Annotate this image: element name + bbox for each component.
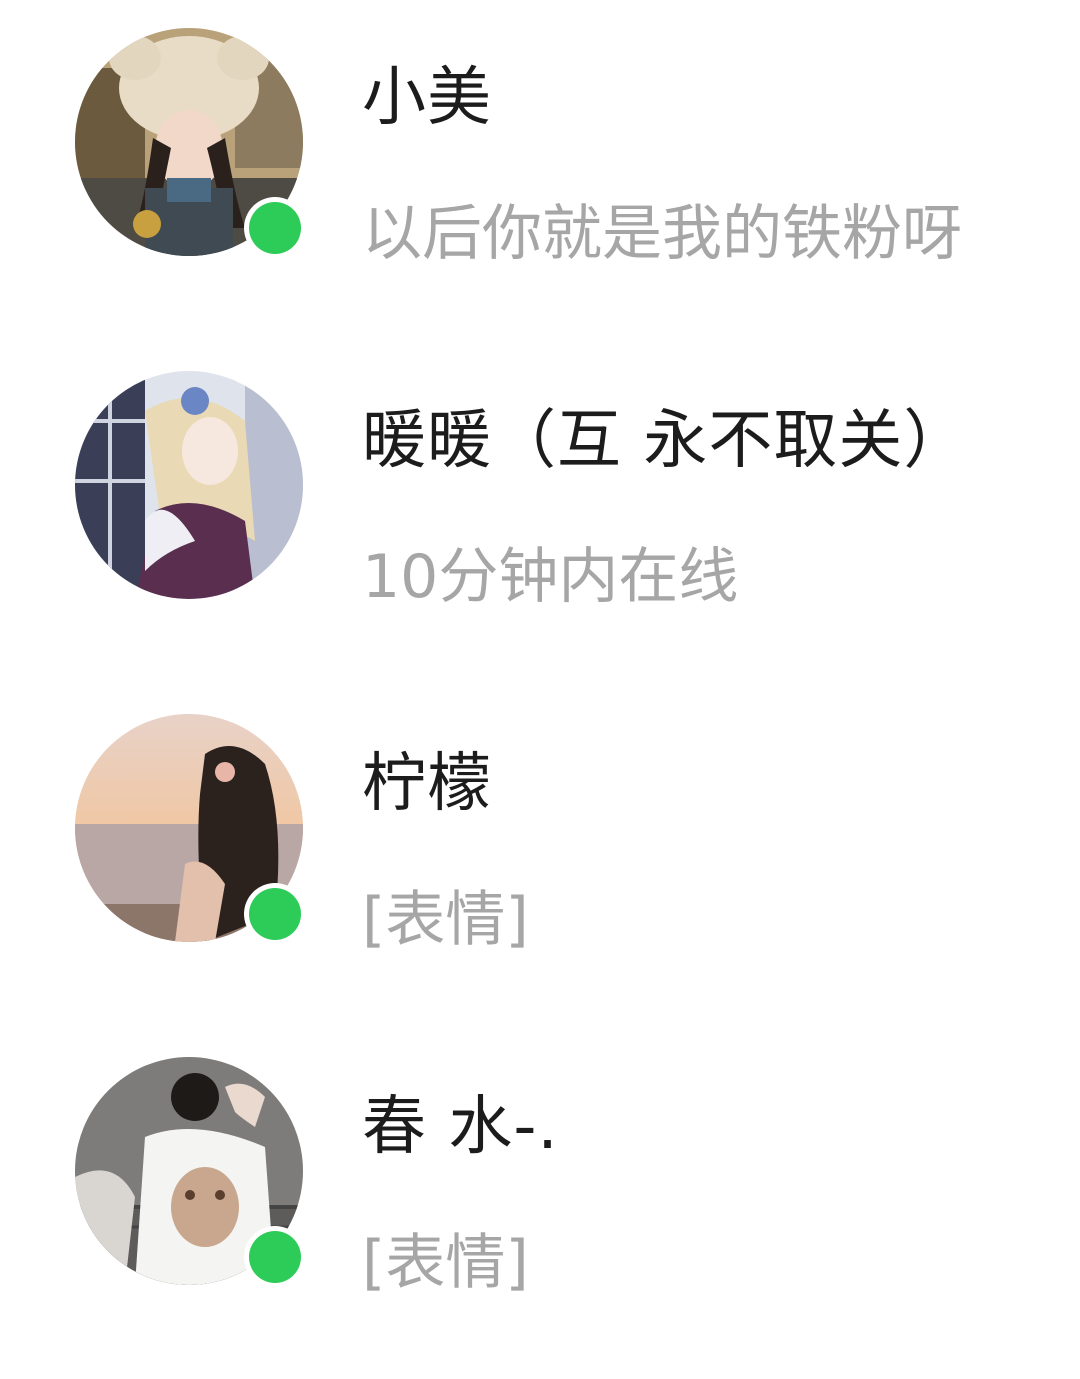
online-status-icon <box>244 1226 306 1288</box>
contact-name: 春 水-. <box>362 1090 559 1164</box>
contact-item-xiaomei[interactable]: 小美 以后你就是我的铁粉呀 <box>0 0 1080 300</box>
avatar[interactable] <box>75 714 306 945</box>
online-status-icon <box>244 883 306 945</box>
anime-girl-avatar-icon <box>75 371 303 599</box>
contact-name: 柠檬 <box>362 747 492 821</box>
avatar[interactable] <box>75 28 306 259</box>
contact-name: 暖暖（互 永不取关） <box>362 404 969 478</box>
contact-list: 小美 以后你就是我的铁粉呀 暖暖（互 永不取关） 10分钟内在线 柠檬 [表情]… <box>0 0 1080 1379</box>
contact-item-chunshui[interactable]: 春 水-. [表情] <box>0 1029 1080 1329</box>
contact-item-nuannuan[interactable]: 暖暖（互 永不取关） 10分钟内在线 <box>0 343 1080 643</box>
contact-name: 小美 <box>362 61 492 135</box>
last-message: 10分钟内在线 <box>362 542 739 612</box>
last-message: 以后你就是我的铁粉呀 <box>362 199 962 269</box>
avatar[interactable] <box>75 1057 306 1288</box>
online-status-icon <box>244 197 306 259</box>
last-message: [表情] <box>362 885 529 955</box>
last-message: [表情] <box>362 1228 529 1298</box>
contact-item-ningmeng[interactable]: 柠檬 [表情] <box>0 686 1080 986</box>
avatar[interactable] <box>75 371 303 599</box>
